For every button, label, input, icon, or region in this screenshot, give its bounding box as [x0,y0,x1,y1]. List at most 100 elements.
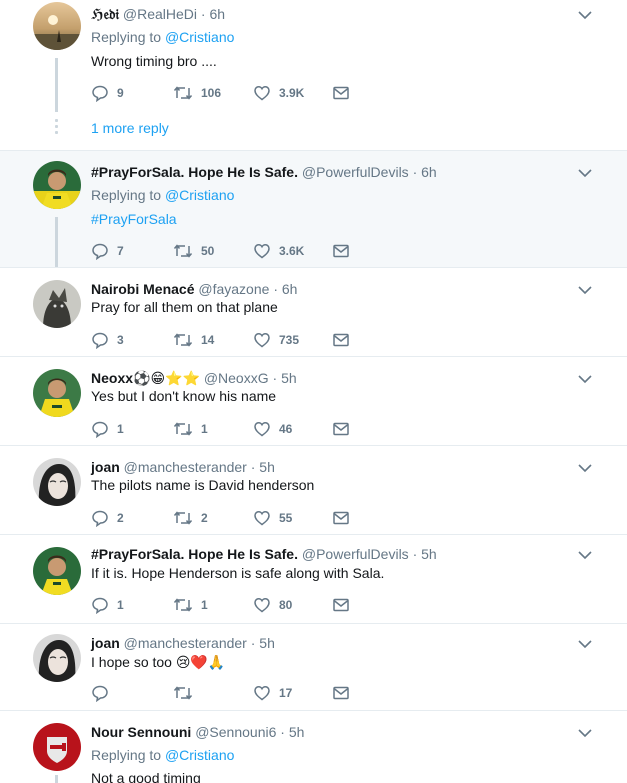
avatar[interactable] [33,2,81,50]
tweet-6[interactable]: joan @manchesterander · 5h I hope so too… [0,624,627,710]
display-name[interactable]: Neoxx⚽😁⭐⭐ [91,370,200,386]
reply-count: 1 [117,598,124,612]
avatar[interactable] [33,634,81,682]
retweet-button[interactable] [173,683,201,703]
reply-button[interactable]: 1 [91,595,124,615]
display-name[interactable]: #PrayForSala. Hope He Is Safe. [91,546,298,562]
message-button[interactable] [332,508,350,528]
user-handle[interactable]: @fayazone [198,281,269,297]
chevron-down-icon[interactable] [578,374,592,384]
chevron-down-icon[interactable] [578,168,592,178]
tweet-5[interactable]: #PrayForSala. Hope He Is Safe. @Powerful… [0,535,627,623]
tweet-3[interactable]: Neoxx⚽😁⭐⭐ @NeoxxG · 5h Yes but I don't k… [0,357,627,445]
avatar[interactable] [33,280,81,328]
avatar[interactable] [33,547,81,595]
like-button[interactable]: 46 [253,419,292,439]
tweet-0[interactable]: ℌ𝔢𝔡𝔦 @RealHeDi · 6h Replying to @Cristia… [0,0,627,150]
timestamp[interactable]: 6h [421,164,437,180]
retweet-button[interactable]: 106 [173,83,221,103]
message-button[interactable] [332,330,350,350]
retweet-icon [173,509,193,527]
mention-link[interactable]: @Cristiano [165,187,234,203]
chevron-down-icon[interactable] [578,285,592,295]
tweet-1[interactable]: #PrayForSala. Hope He Is Safe. @Powerful… [0,151,627,267]
dot-separator: · [412,164,418,180]
retweet-count: 1 [201,422,208,436]
display-name[interactable]: joan [91,635,120,651]
thread-line [55,58,58,112]
chevron-down-icon[interactable] [578,550,592,560]
timestamp[interactable]: 6h [282,281,298,297]
tweet-text: Yes but I don't know his name [91,388,277,404]
like-count: 735 [279,333,300,347]
timestamp[interactable]: 6h [209,6,225,22]
display-name[interactable]: #PrayForSala. Hope He Is Safe. [91,164,298,180]
user-handle[interactable]: @Sennouni6 [195,724,276,740]
display-name[interactable]: Nairobi Menacé [91,281,194,297]
user-handle[interactable]: @manchesterander [124,459,247,475]
tweet-7[interactable]: Nour Sennouni @Sennouni6 · 5h Replying t… [0,711,627,783]
user-handle[interactable]: @PowerfulDevils [302,164,409,180]
like-icon [253,684,271,702]
retweet-button[interactable]: 14 [173,330,214,350]
message-button[interactable] [332,241,350,261]
like-icon [253,509,271,527]
like-button[interactable]: 55 [253,508,292,528]
reply-button[interactable]: 3 [91,330,124,350]
reply-button[interactable]: 7 [91,241,124,261]
like-button[interactable]: 80 [253,595,292,615]
like-icon [253,84,271,102]
more-replies-link[interactable]: 1 more reply [91,119,169,137]
tweet-2[interactable]: Nairobi Menacé @fayazone · 6h Pray for a… [0,268,627,356]
like-count: 80 [279,598,293,612]
message-button[interactable] [332,83,350,103]
timestamp[interactable]: 5h [259,459,275,475]
user-handle[interactable]: @PowerfulDevils [302,546,409,562]
retweet-button[interactable]: 1 [173,419,208,439]
like-button[interactable]: 3.9K [253,83,304,103]
replying-label: Replying to [91,29,162,45]
message-icon [332,596,350,614]
reply-button[interactable] [91,683,117,703]
message-button[interactable] [332,419,350,439]
timestamp[interactable]: 5h [281,370,297,386]
reply-button[interactable]: 9 [91,83,124,103]
mention-link[interactable]: @Cristiano [165,747,234,763]
display-name[interactable]: joan [91,459,120,475]
timestamp[interactable]: 5h [259,635,275,651]
retweet-button[interactable]: 50 [173,241,214,261]
tweet-actions: 9 106 3.9K [91,83,391,103]
timestamp[interactable]: 5h [289,724,305,740]
tweet-4[interactable]: joan @manchesterander · 5h The pilots na… [0,446,627,534]
like-count: 55 [279,511,293,525]
chevron-down-icon[interactable] [578,639,592,649]
like-button[interactable]: 735 [253,330,299,350]
avatar[interactable] [33,369,81,417]
chevron-down-icon[interactable] [578,463,592,473]
tweet-text: The pilots name is David henderson [91,477,315,493]
message-button[interactable] [332,683,350,703]
display-name[interactable]: ℌ𝔢𝔡𝔦 [91,6,119,22]
display-name[interactable]: Nour Sennouni [91,724,191,740]
avatar[interactable] [33,723,81,771]
reply-button[interactable]: 1 [91,419,124,439]
chevron-down-icon[interactable] [578,10,592,20]
mention-link[interactable]: @Cristiano [165,29,234,45]
user-handle[interactable]: @NeoxxG [204,370,269,386]
like-button[interactable]: 17 [253,683,292,703]
like-count: 3.9K [279,86,305,100]
avatar[interactable] [33,458,81,506]
reply-button[interactable]: 2 [91,508,124,528]
user-handle[interactable]: @manchesterander [124,635,247,651]
like-button[interactable]: 3.6K [253,241,304,261]
retweet-button[interactable]: 1 [173,595,208,615]
retweet-button[interactable]: 2 [173,508,208,528]
chevron-down-icon[interactable] [578,728,592,738]
dot-separator: · [272,370,278,386]
hashtag-link[interactable]: #PrayForSala [91,210,177,228]
replying-to: Replying to @Cristiano [91,186,234,204]
avatar[interactable] [33,161,81,209]
timestamp[interactable]: 5h [421,546,437,562]
user-handle[interactable]: @RealHeDi [123,6,197,22]
message-button[interactable] [332,595,350,615]
